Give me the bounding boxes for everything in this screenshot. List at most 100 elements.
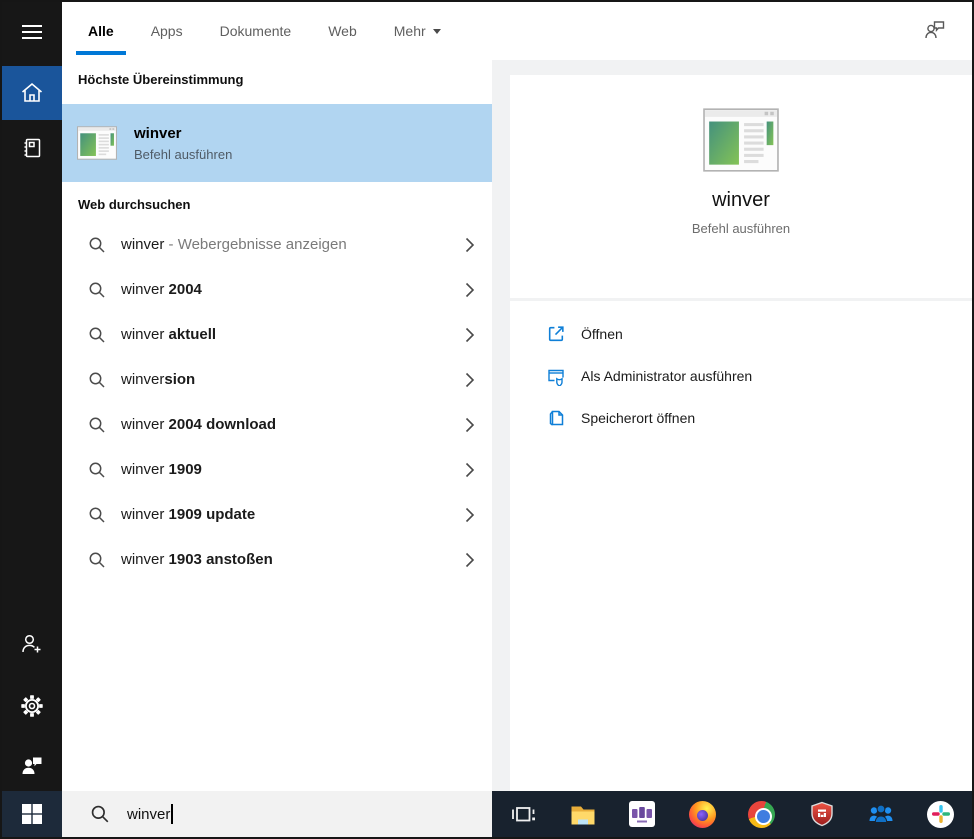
- tab-web[interactable]: Web: [328, 23, 357, 39]
- suggestion-text: winver 1903 anstoßen: [121, 551, 273, 568]
- settings-gear-icon: [21, 695, 43, 717]
- suggestion-text: winver 1909 update: [121, 506, 256, 523]
- sidebar-item-settings[interactable]: [2, 682, 62, 730]
- purple-app-button[interactable]: [627, 799, 657, 829]
- file-explorer-icon: [571, 806, 595, 825]
- open-file-location-icon: [549, 410, 564, 426]
- best-match-result[interactable]: winver Befehl ausführen: [62, 104, 492, 182]
- notes-people-icon: [869, 804, 893, 823]
- chevron-right-icon[interactable]: [465, 282, 475, 303]
- winver-app-icon: [703, 108, 779, 177]
- suggestion-text: winversion: [121, 371, 196, 388]
- taskbar: [492, 791, 972, 837]
- actions-card: Öffnen Als Administrator ausführen Speic…: [510, 301, 972, 791]
- tab-mehr[interactable]: Mehr: [394, 23, 441, 39]
- search-input[interactable]: winver: [62, 791, 492, 837]
- tab-label: Mehr: [393, 23, 426, 39]
- details-title: winver: [712, 189, 770, 211]
- best-match-text: winver Befehl ausführen: [134, 125, 232, 162]
- tab-alle[interactable]: Alle: [76, 23, 126, 55]
- tab-apps[interactable]: Apps: [151, 23, 183, 39]
- file-explorer-button[interactable]: [568, 799, 598, 829]
- action-open[interactable]: Öffnen: [510, 313, 972, 355]
- chrome-icon: [748, 800, 776, 828]
- chevron-right-icon[interactable]: [465, 327, 475, 348]
- windows-start-icon: [22, 804, 42, 824]
- best-match-subtitle: Befehl ausführen: [134, 146, 233, 162]
- search-icon: [89, 282, 105, 298]
- search-icon: [89, 327, 105, 343]
- chevron-right-icon[interactable]: [465, 507, 475, 528]
- web-suggestion-row[interactable]: winver 1903 anstoßen: [62, 537, 492, 582]
- search-icon: [89, 462, 105, 478]
- run-as-admin-icon: [548, 369, 564, 386]
- search-icon: [89, 552, 105, 568]
- tab-label: Apps: [150, 23, 183, 39]
- task-view-icon: [512, 807, 535, 822]
- chevron-right-icon[interactable]: [465, 462, 475, 483]
- action-label: Als Administrator ausführen: [581, 368, 753, 384]
- menu-button[interactable]: [2, 8, 62, 56]
- suggestion-text: winver - Webergebnisse anzeigen: [121, 236, 347, 253]
- open-icon: [548, 326, 564, 342]
- notes-app-button[interactable]: [866, 799, 896, 829]
- home-icon: [21, 82, 43, 102]
- web-suggestion-row[interactable]: winver 2004 download: [62, 402, 492, 447]
- sidebar-item-add-account[interactable]: [2, 620, 62, 668]
- search-icon: [89, 507, 105, 523]
- security-app-button[interactable]: [807, 799, 837, 829]
- bottom-bar: winver: [2, 791, 972, 837]
- sidebar: [2, 2, 62, 791]
- action-run-as-admin[interactable]: Als Administrator ausführen: [510, 355, 972, 397]
- slack-button[interactable]: [926, 799, 956, 829]
- web-suggestion-row[interactable]: winversion: [62, 357, 492, 402]
- web-suggestion-row[interactable]: winver - Webergebnisse anzeigen: [62, 222, 492, 267]
- user-feedback-icon: [925, 21, 945, 39]
- details-pane: winver Befehl ausführen Öffnen Als Admin…: [492, 60, 972, 791]
- details-card: winver Befehl ausführen: [510, 75, 972, 298]
- add-user-icon: [22, 634, 41, 653]
- web-suggestion-row[interactable]: winver 2004: [62, 267, 492, 312]
- suggestion-text: winver aktuell: [121, 326, 217, 343]
- sidebar-item-feedback[interactable]: [2, 742, 62, 790]
- best-match-title: winver: [134, 124, 182, 142]
- search-filter-bar: Alle Apps Dokumente Web Mehr: [62, 2, 972, 60]
- search-icon: [91, 805, 109, 823]
- chevron-down-icon: [432, 29, 441, 34]
- security-shield-icon: [810, 801, 833, 827]
- tab-label: Dokumente: [219, 23, 292, 39]
- menu-icon: [22, 25, 42, 39]
- web-suggestions-list: winver - Webergebnisse anzeigen winver 2…: [62, 222, 492, 582]
- user-feedback-button[interactable]: [922, 17, 948, 48]
- best-match-header: Höchste Übereinstimmung: [78, 72, 244, 87]
- windows-search-window: Alle Apps Dokumente Web Mehr Höchste Übe…: [0, 0, 974, 839]
- chevron-right-icon[interactable]: [465, 237, 475, 258]
- web-suggestion-row[interactable]: winver aktuell: [62, 312, 492, 357]
- suggestion-text: winver 2004: [121, 281, 202, 298]
- tab-dokumente[interactable]: Dokumente: [220, 23, 292, 39]
- results-panel: Höchste Übereinstimmung winver Befehl au…: [62, 60, 492, 791]
- action-label: Speicherort öffnen: [581, 410, 696, 426]
- web-suggestion-row[interactable]: winver 1909 update: [62, 492, 492, 537]
- firefox-icon: [688, 800, 716, 828]
- chevron-right-icon[interactable]: [465, 372, 475, 393]
- search-icon: [89, 237, 105, 253]
- action-label: Öffnen: [581, 326, 623, 342]
- sidebar-item-journal[interactable]: [2, 124, 62, 172]
- task-view-button[interactable]: [508, 799, 538, 829]
- action-open-file-location[interactable]: Speicherort öffnen: [510, 397, 972, 439]
- chevron-right-icon[interactable]: [465, 552, 475, 573]
- web-suggestion-row[interactable]: winver 1909: [62, 447, 492, 492]
- tabs: Alle Apps Dokumente Web Mehr: [62, 2, 972, 60]
- search-input-value: winver: [127, 805, 171, 823]
- sidebar-item-home[interactable]: [2, 66, 62, 120]
- text-caret: [171, 804, 173, 824]
- start-button[interactable]: [2, 791, 62, 837]
- chrome-button[interactable]: [747, 799, 777, 829]
- web-search-header: Web durchsuchen: [78, 197, 191, 212]
- chevron-right-icon[interactable]: [465, 417, 475, 438]
- suggestion-text: winver 2004 download: [121, 416, 277, 433]
- firefox-button[interactable]: [687, 799, 717, 829]
- purple-app-icon: [629, 801, 656, 827]
- tab-label: Alle: [88, 23, 114, 39]
